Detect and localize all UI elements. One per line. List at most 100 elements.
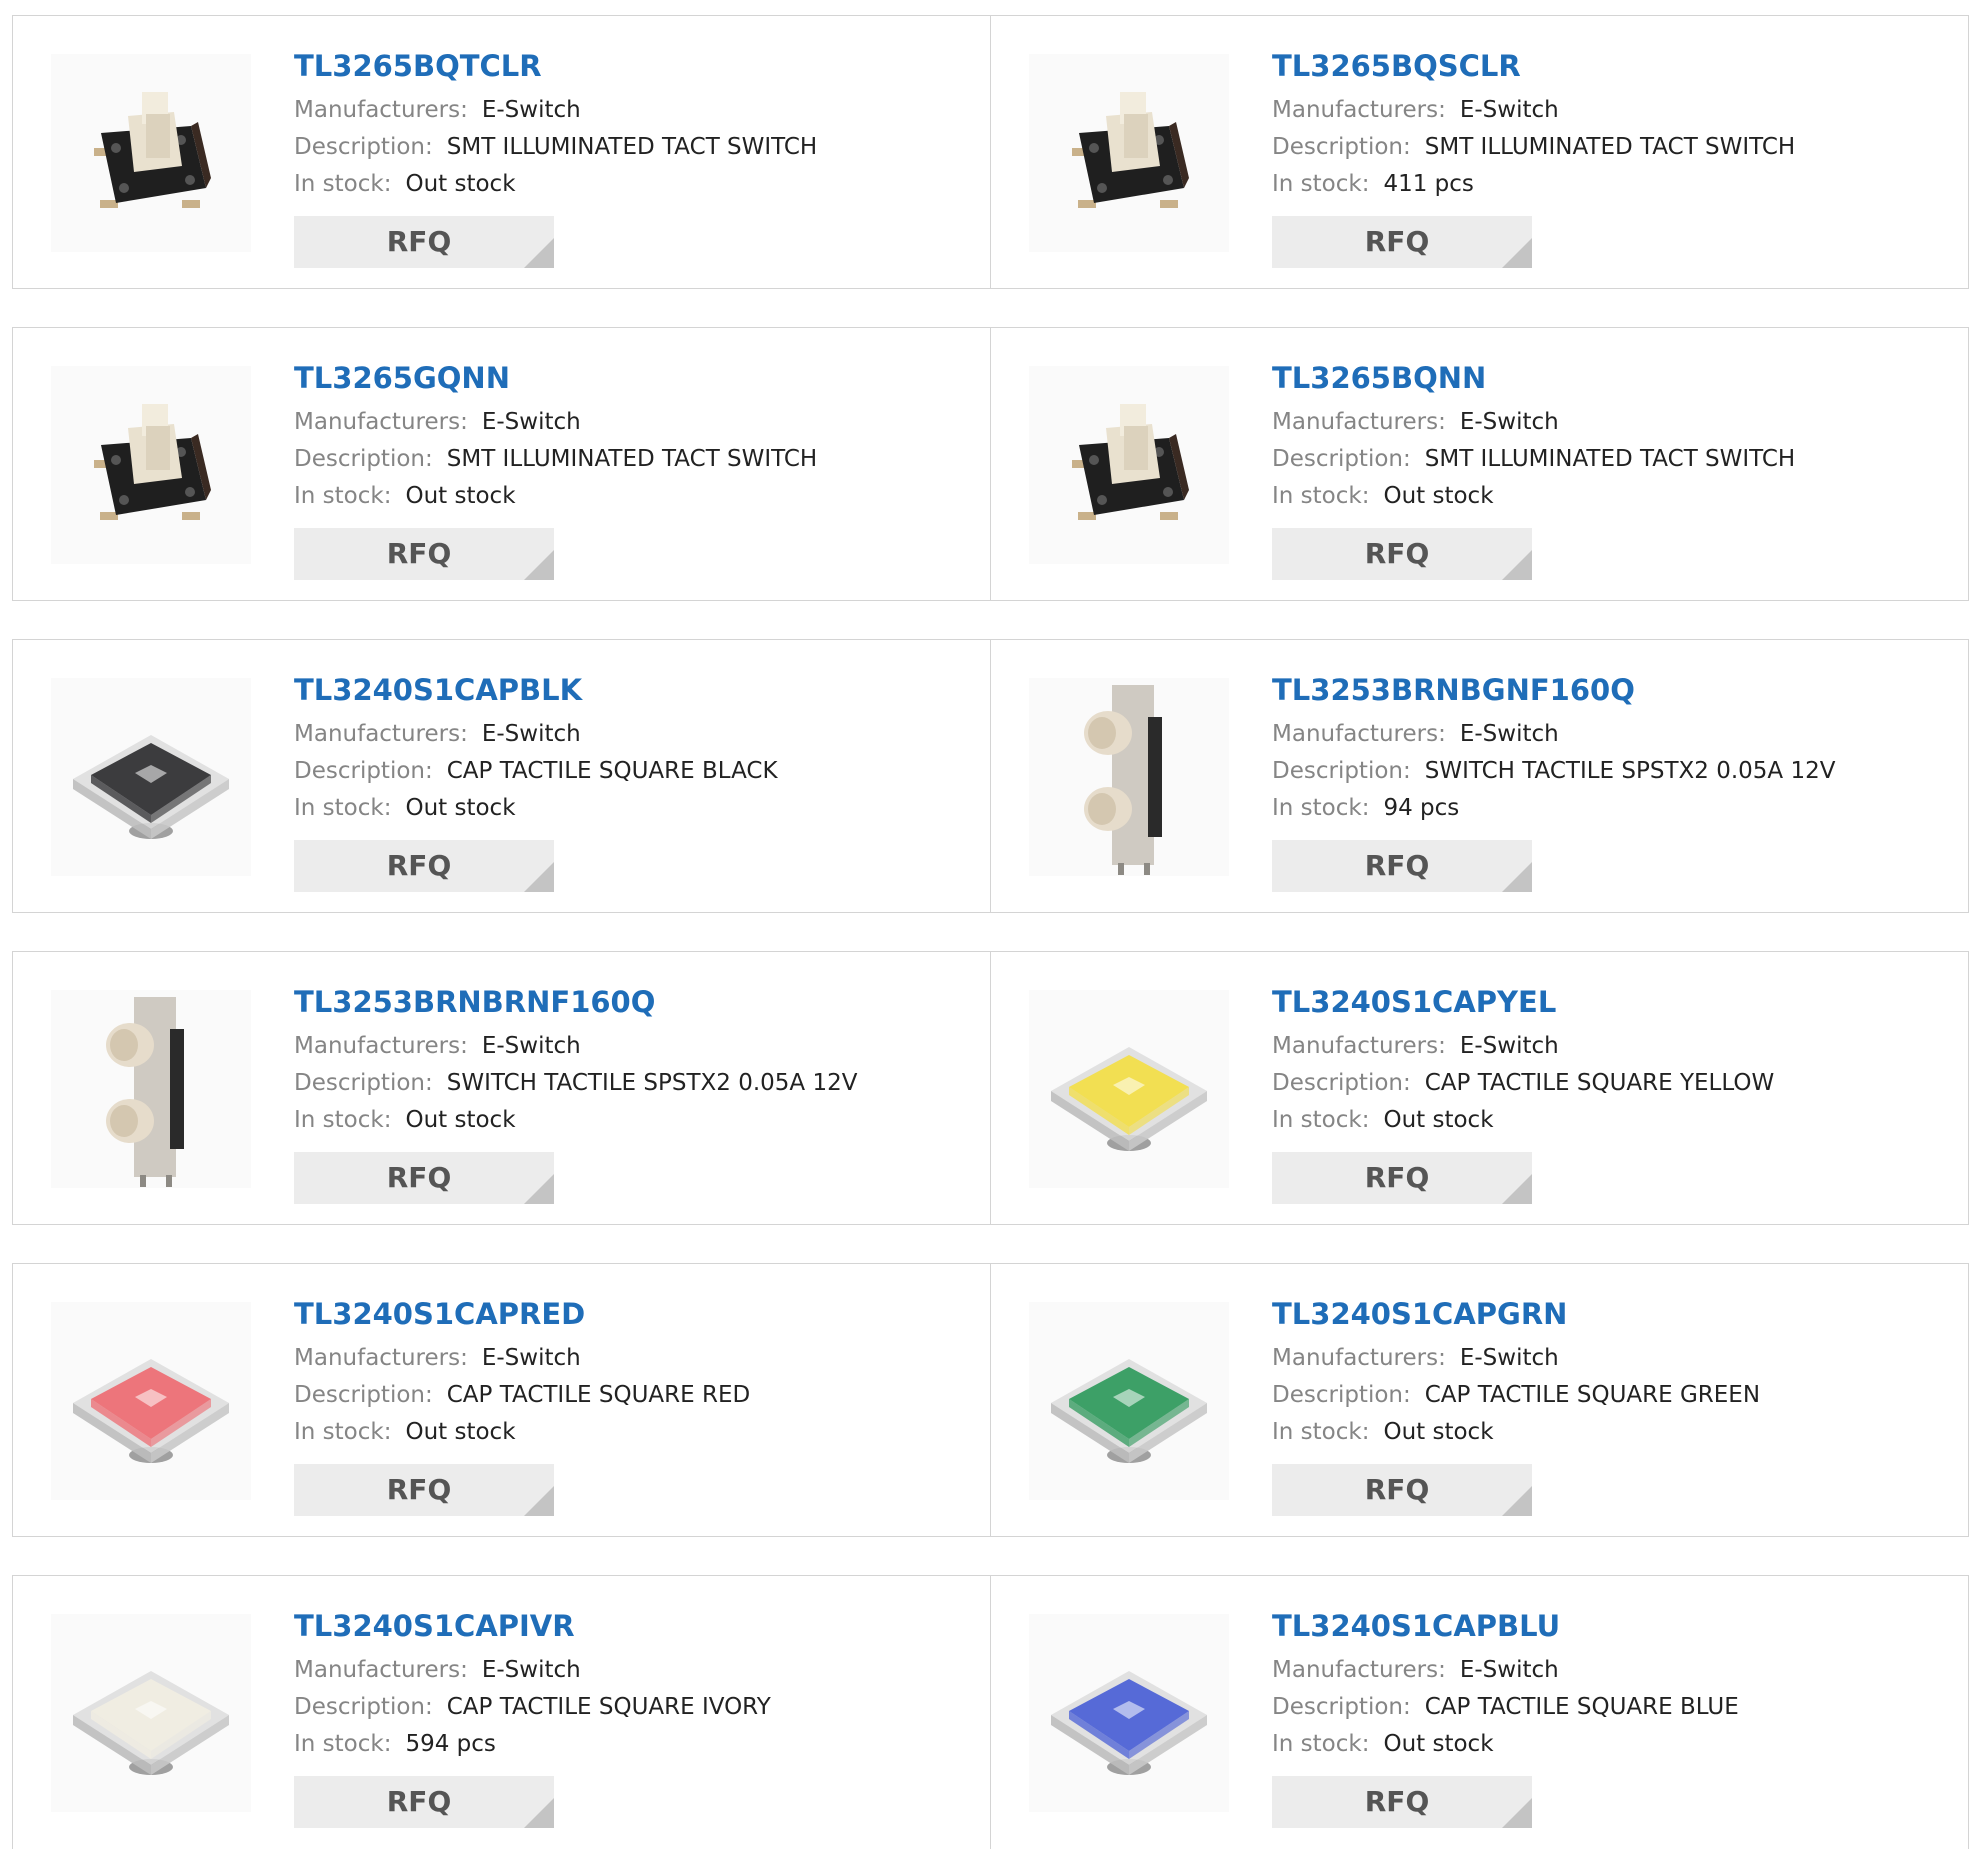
product-card: TL3240S1CAPBLK Manufacturers: E-Switch Desc… — [13, 640, 990, 912]
tact-switch-dual-icon — [106, 997, 184, 1187]
part-number-link[interactable]: TL3240S1CAPYEL — [1272, 984, 1958, 1020]
rfq-button[interactable]: RFQ — [294, 528, 554, 580]
product-image[interactable] — [1029, 1302, 1229, 1500]
part-number-link[interactable]: TL3240S1CAPRED — [294, 1296, 980, 1332]
rfq-label: RFQ — [1364, 537, 1430, 570]
stock-value: Out stock — [405, 795, 516, 821]
manufacturer-value: E-Switch — [481, 721, 581, 747]
part-number-link[interactable]: TL3253BRNBRNF160Q — [294, 984, 980, 1020]
square-cap-icon — [73, 1671, 229, 1775]
manufacturer-value: E-Switch — [481, 1345, 581, 1371]
square-cap-icon — [1051, 1671, 1207, 1775]
rfq-label: RFQ — [1364, 1473, 1430, 1506]
corner-triangle-icon — [524, 238, 554, 268]
part-number-link[interactable]: TL3265BQSCLR — [1272, 48, 1958, 84]
product-image[interactable] — [51, 678, 251, 876]
product-image[interactable] — [1029, 678, 1229, 876]
product-image[interactable] — [1029, 990, 1229, 1188]
square-cap-icon — [1051, 1047, 1207, 1151]
description-label: Description: — [1272, 758, 1411, 784]
corner-triangle-icon — [1502, 1798, 1532, 1828]
manufacturer-label: Manufacturers: — [1272, 1345, 1446, 1371]
manufacturer-label: Manufacturers: — [294, 1345, 468, 1371]
description-label: Description: — [1272, 134, 1411, 160]
stock-line: In stock: 594 pcs — [294, 1726, 980, 1763]
rfq-button[interactable]: RFQ — [1272, 1776, 1532, 1828]
stock-line: In stock: Out stock — [1272, 1726, 1958, 1763]
rfq-button[interactable]: RFQ — [1272, 1152, 1532, 1204]
description-line: Description: CAP TACTILE SQUARE RED — [294, 1377, 980, 1414]
description-line: Description: CAP TACTILE SQUARE BLUE — [1272, 1689, 1958, 1726]
manufacturer-value: E-Switch — [481, 1657, 581, 1683]
part-number-link[interactable]: TL3253BRNBGNF160Q — [1272, 672, 1958, 708]
product-image[interactable] — [51, 1302, 251, 1500]
description-line: Description: SWITCH TACTILE SPSTX2 0.05A … — [1272, 753, 1958, 790]
rfq-label: RFQ — [386, 849, 452, 882]
description-line: Description: SMT ILLUMINATED TACT SWITCH — [294, 129, 980, 166]
part-number-link[interactable]: TL3265BQTCLR — [294, 48, 980, 84]
stock-label: In stock: — [1272, 1731, 1370, 1757]
part-number-link[interactable]: TL3240S1CAPBLU — [1272, 1608, 1958, 1644]
product-card: TL3240S1CAPRED Manufacturers: E-Switch Desc… — [13, 1264, 990, 1536]
product-grid: TL3265BQTCLR Manufacturers: E-Switch Descri… — [12, 15, 1969, 1849]
stock-label: In stock: — [294, 1107, 392, 1133]
manufacturer-line: Manufacturers: E-Switch — [294, 404, 980, 441]
description-value: CAP TACTILE SQUARE IVORY — [446, 1694, 771, 1720]
rfq-button[interactable]: RFQ — [1272, 216, 1532, 268]
rfq-button[interactable]: RFQ — [1272, 528, 1532, 580]
rfq-label: RFQ — [386, 1785, 452, 1818]
corner-triangle-icon — [1502, 1486, 1532, 1516]
manufacturer-label: Manufacturers: — [1272, 1657, 1446, 1683]
description-label: Description: — [294, 1070, 433, 1096]
square-cap-icon — [1051, 1359, 1207, 1463]
product-card: TL3240S1CAPGRN Manufacturers: E-Switch Desc… — [990, 1264, 1968, 1536]
description-label: Description: — [1272, 1694, 1411, 1720]
part-number-link[interactable]: TL3240S1CAPGRN — [1272, 1296, 1958, 1332]
product-image[interactable] — [1029, 1614, 1229, 1812]
corner-triangle-icon — [524, 862, 554, 892]
rfq-button[interactable]: RFQ — [294, 216, 554, 268]
product-image[interactable] — [51, 990, 251, 1188]
description-value: SMT ILLUMINATED TACT SWITCH — [446, 446, 818, 472]
manufacturer-value: E-Switch — [1459, 97, 1559, 123]
manufacturer-label: Manufacturers: — [294, 721, 468, 747]
product-image[interactable] — [1029, 366, 1229, 564]
stock-value: Out stock — [405, 1419, 516, 1445]
stock-line: In stock: Out stock — [294, 1102, 980, 1139]
product-row: TL3265BQTCLR Manufacturers: E-Switch Descri… — [12, 15, 1969, 289]
stock-label: In stock: — [294, 483, 392, 509]
part-number-link[interactable]: TL3265GQNN — [294, 360, 980, 396]
product-image[interactable] — [51, 1614, 251, 1812]
rfq-button[interactable]: RFQ — [1272, 840, 1532, 892]
product-image[interactable] — [1029, 54, 1229, 252]
product-card: TL3240S1CAPIVR Manufacturers: E-Switch Desc… — [13, 1576, 990, 1849]
rfq-button[interactable]: RFQ — [294, 1152, 554, 1204]
product-card: TL3253BRNBGNF160Q Manufacturers: E-Switch D… — [990, 640, 1968, 912]
stock-label: In stock: — [1272, 1419, 1370, 1445]
rfq-button[interactable]: RFQ — [294, 840, 554, 892]
manufacturer-line: Manufacturers: E-Switch — [294, 1028, 980, 1065]
product-image[interactable] — [51, 54, 251, 252]
description-line: Description: SMT ILLUMINATED TACT SWITCH — [294, 441, 980, 478]
stock-label: In stock: — [294, 1731, 392, 1757]
manufacturer-value: E-Switch — [1459, 409, 1559, 435]
stock-line: In stock: Out stock — [294, 1414, 980, 1451]
rfq-label: RFQ — [386, 537, 452, 570]
stock-label: In stock: — [1272, 171, 1370, 197]
stock-value: 594 pcs — [405, 1731, 496, 1757]
rfq-button[interactable]: RFQ — [1272, 1464, 1532, 1516]
rfq-button[interactable]: RFQ — [294, 1464, 554, 1516]
part-number-link[interactable]: TL3240S1CAPBLK — [294, 672, 980, 708]
manufacturer-line: Manufacturers: E-Switch — [1272, 92, 1958, 129]
product-image[interactable] — [51, 366, 251, 564]
stock-value: Out stock — [1383, 1107, 1494, 1133]
description-line: Description: SWITCH TACTILE SPSTX2 0.05A … — [294, 1065, 980, 1102]
product-row: TL3240S1CAPBLK Manufacturers: E-Switch Desc… — [12, 639, 1969, 913]
part-number-link[interactable]: TL3265BQNN — [1272, 360, 1958, 396]
manufacturer-value: E-Switch — [1459, 1033, 1559, 1059]
part-number-link[interactable]: TL3240S1CAPIVR — [294, 1608, 980, 1644]
rfq-button[interactable]: RFQ — [294, 1776, 554, 1828]
stock-label: In stock: — [294, 795, 392, 821]
description-label: Description: — [294, 758, 433, 784]
corner-triangle-icon — [1502, 862, 1532, 892]
